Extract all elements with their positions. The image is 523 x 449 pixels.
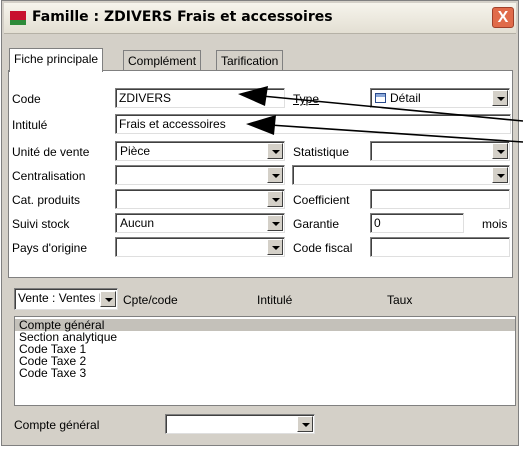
arrow-to-intitule <box>246 115 523 143</box>
arrow-to-code <box>238 86 523 122</box>
tab-fiche-principale[interactable]: Fiche principale <box>9 48 104 72</box>
